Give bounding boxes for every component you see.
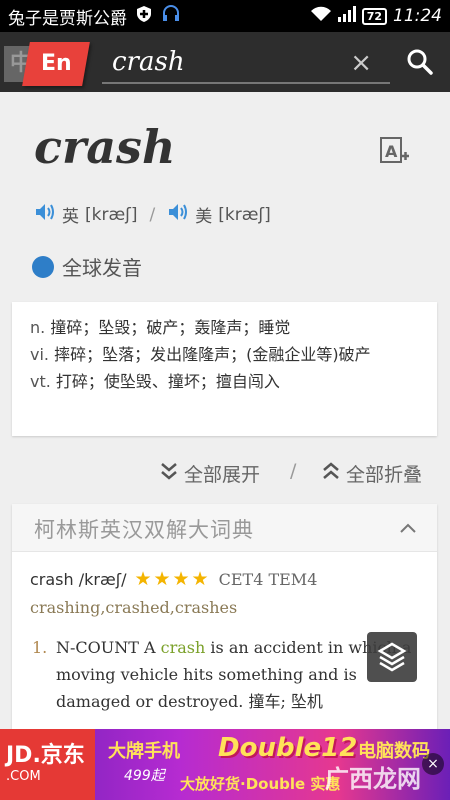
search-field: ×: [102, 42, 390, 84]
collins-title: 柯林斯英汉双解大词典: [34, 518, 254, 542]
headword: crash: [34, 120, 176, 174]
layers-button[interactable]: [367, 632, 417, 682]
definition-line: vt. 打碎；使坠毁、撞坏；擅自闯入: [30, 368, 419, 395]
definition-text: 摔碎；坠落；发出隆隆声；(金融企业等)破产: [54, 345, 371, 364]
word-forms: crashing,crashed,crashes: [30, 598, 238, 617]
uk-pronunciation[interactable]: 英 [kræʃ]: [34, 202, 138, 227]
expand-collapse-row: 全部展开 / 全部折叠: [0, 460, 450, 490]
double-chevron-down-icon: [160, 461, 178, 486]
expand-all-button[interactable]: 全部展开: [160, 460, 260, 487]
definition-card: n. 撞碎；坠毁；破产；轰隆声；睡觉 vi. 摔碎；坠落；发出隆隆声；(金融企业…: [12, 302, 437, 436]
signal-icon: [337, 5, 356, 27]
svg-text:A: A: [385, 142, 398, 161]
layers-icon: [367, 642, 417, 686]
ad-promo-subtitle: 大放好货·Double 实惠: [180, 775, 341, 793]
search-bar: 中 En ×: [0, 32, 450, 92]
collins-dictionary-card: 柯林斯英汉双解大词典 crash /kræʃ/ ★★★★ CET4 TEM4 c…: [12, 504, 437, 734]
globe-icon: [32, 255, 54, 278]
expand-all-label: 全部展开: [184, 464, 261, 486]
collins-entry-line: crash /kræʃ/ ★★★★ CET4 TEM4: [30, 568, 317, 590]
ad-phone-text: 大牌手机: [108, 741, 180, 762]
definition-line: n. 撞碎；坠毁；破产；轰隆声；睡觉: [30, 314, 419, 341]
collapse-all-button[interactable]: 全部折叠: [322, 460, 422, 487]
sense-number: 1.: [32, 638, 48, 657]
battery-icon: 72: [361, 7, 387, 25]
status-notification-text: 兔子是贾斯公爵: [8, 8, 127, 29]
collins-header[interactable]: 柯林斯英汉双解大词典: [12, 504, 437, 552]
exam-tags: CET4 TEM4: [218, 569, 318, 589]
jd-logo-sub: .COM: [6, 769, 41, 784]
jd-logo: JD.京东 .COM: [0, 729, 95, 800]
close-icon[interactable]: ×: [422, 753, 444, 775]
lang-switch-en[interactable]: En: [22, 42, 90, 86]
us-phonetic: [kræʃ]: [218, 204, 271, 225]
global-pronunciation-button[interactable]: 全球发音: [32, 252, 142, 281]
sense-keyword[interactable]: crash: [161, 638, 206, 657]
wifi-icon: [310, 6, 332, 27]
definition-text: 打碎；使坠毁、撞坏；擅自闯入: [55, 372, 280, 391]
definition-line: vi. 摔碎；坠落；发出隆隆声；(金融企业等)破产: [30, 341, 419, 368]
global-pronunciation-label: 全球发音: [62, 256, 142, 280]
collapse-all-label: 全部折叠: [346, 464, 423, 486]
add-wordbook-icon[interactable]: A: [378, 134, 410, 166]
us-label: 美: [195, 207, 213, 227]
uk-phonetic: [kræʃ]: [85, 204, 138, 225]
search-input[interactable]: [102, 42, 332, 82]
ad-phone-price: 499起: [124, 768, 165, 784]
sense-prefix: N-COUNT A: [56, 638, 161, 657]
headset-icon: [161, 4, 181, 29]
phonetic-row: 英 [kræʃ] / 美 [kræʃ]: [34, 202, 271, 227]
speaker-icon: [34, 202, 56, 227]
definition-text: 撞碎；坠毁；破产；轰隆声；睡觉: [50, 318, 291, 337]
lang-en-label: En: [40, 51, 72, 76]
shield-icon: [135, 5, 153, 28]
frequency-stars: ★★★★: [134, 568, 211, 590]
chevron-up-icon[interactable]: [367, 504, 437, 552]
collins-entry-word: crash /kræʃ/: [30, 569, 127, 589]
pos-label: vt.: [30, 372, 51, 391]
ad-banner[interactable]: JD.京东 .COM 大牌手机 499起 Double12 大放好货·Doubl…: [0, 729, 450, 800]
pos-label: n.: [30, 318, 46, 337]
us-pronunciation[interactable]: 美 [kræʃ]: [167, 202, 271, 227]
double-chevron-up-icon: [322, 461, 340, 486]
uk-label: 英: [62, 207, 79, 227]
status-time: 11:24: [393, 6, 442, 26]
search-icon[interactable]: [406, 48, 434, 76]
pos-label: vi.: [30, 345, 49, 364]
status-bar: 兔子是贾斯公爵 72 11:24: [0, 0, 450, 32]
clear-button[interactable]: ×: [350, 48, 372, 78]
speaker-icon: [167, 202, 189, 227]
phonetic-separator: /: [149, 204, 156, 225]
jd-logo-text: JD.京东: [6, 743, 85, 768]
watermark: 广西龙网: [325, 765, 421, 793]
expand-separator: /: [290, 460, 297, 482]
